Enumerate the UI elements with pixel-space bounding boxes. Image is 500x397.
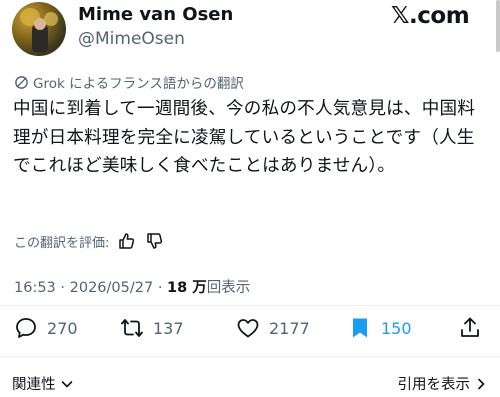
view-quotes-label: 引用を表示: [397, 377, 471, 393]
grok-icon: [15, 75, 28, 89]
share-button[interactable]: [458, 316, 482, 340]
divider: [0, 356, 500, 357]
heart-icon: [237, 319, 259, 338]
view-quotes-link[interactable]: 引用を表示: [398, 373, 489, 394]
scrollbar[interactable]: [496, 0, 500, 52]
views-label: 回表示: [206, 280, 251, 296]
bookmark-button[interactable]: 150: [348, 316, 412, 340]
tweet-text: 中国に到着して一週間後、今の私の不人気意見は、中国料理が日本料理を完全に凌駕して…: [13, 99, 476, 176]
x-logo: 𝕏.com: [391, 3, 470, 29]
bookmark-count: 150: [381, 318, 412, 338]
thumbs-up-icon[interactable]: [117, 231, 137, 251]
reply-icon: [16, 318, 36, 338]
translation-note[interactable]: Grok によるフランス語からの翻訳: [14, 72, 244, 92]
action-bar: 270 137 2177 150: [0, 316, 500, 344]
meta-separator: ·: [157, 280, 163, 296]
user-handle[interactable]: @MimeOsen: [78, 29, 185, 49]
tweet-date[interactable]: 2026/05/27: [70, 280, 154, 296]
reply-button[interactable]: 270: [14, 316, 78, 340]
like-count: 2177: [269, 318, 310, 338]
retweet-button[interactable]: 137: [120, 316, 184, 340]
avatar-person-head: [34, 18, 46, 30]
rate-translation-label: この翻訳を評価:: [14, 235, 110, 251]
display-name[interactable]: Mime van Osen: [78, 4, 233, 25]
rate-translation: この翻訳を評価:: [14, 231, 165, 251]
translation-note-label: Grok によるフランス語からの翻訳: [33, 76, 244, 92]
reply-count: 270: [47, 318, 78, 338]
chevron-right-icon: [478, 378, 485, 389]
divider: [0, 305, 500, 306]
sort-relevance-label: 関連性: [12, 377, 56, 393]
chevron-down-icon: [61, 380, 72, 387]
share-icon: [461, 317, 479, 337]
bookmark-icon: [353, 318, 367, 338]
retweet-icon: [121, 319, 143, 337]
meta-separator: ·: [60, 280, 66, 296]
tweet-meta: 16:53 · 2026/05/27 · 18 万回表示: [14, 276, 250, 297]
views-count: 18 万: [167, 280, 207, 296]
sort-relevance-dropdown[interactable]: 関連性: [12, 373, 74, 394]
like-button[interactable]: 2177: [236, 316, 310, 340]
retweet-count: 137: [153, 318, 184, 338]
avatar[interactable]: [12, 2, 66, 56]
thumbs-down-icon[interactable]: [145, 231, 165, 251]
tweet-time[interactable]: 16:53: [14, 280, 56, 296]
